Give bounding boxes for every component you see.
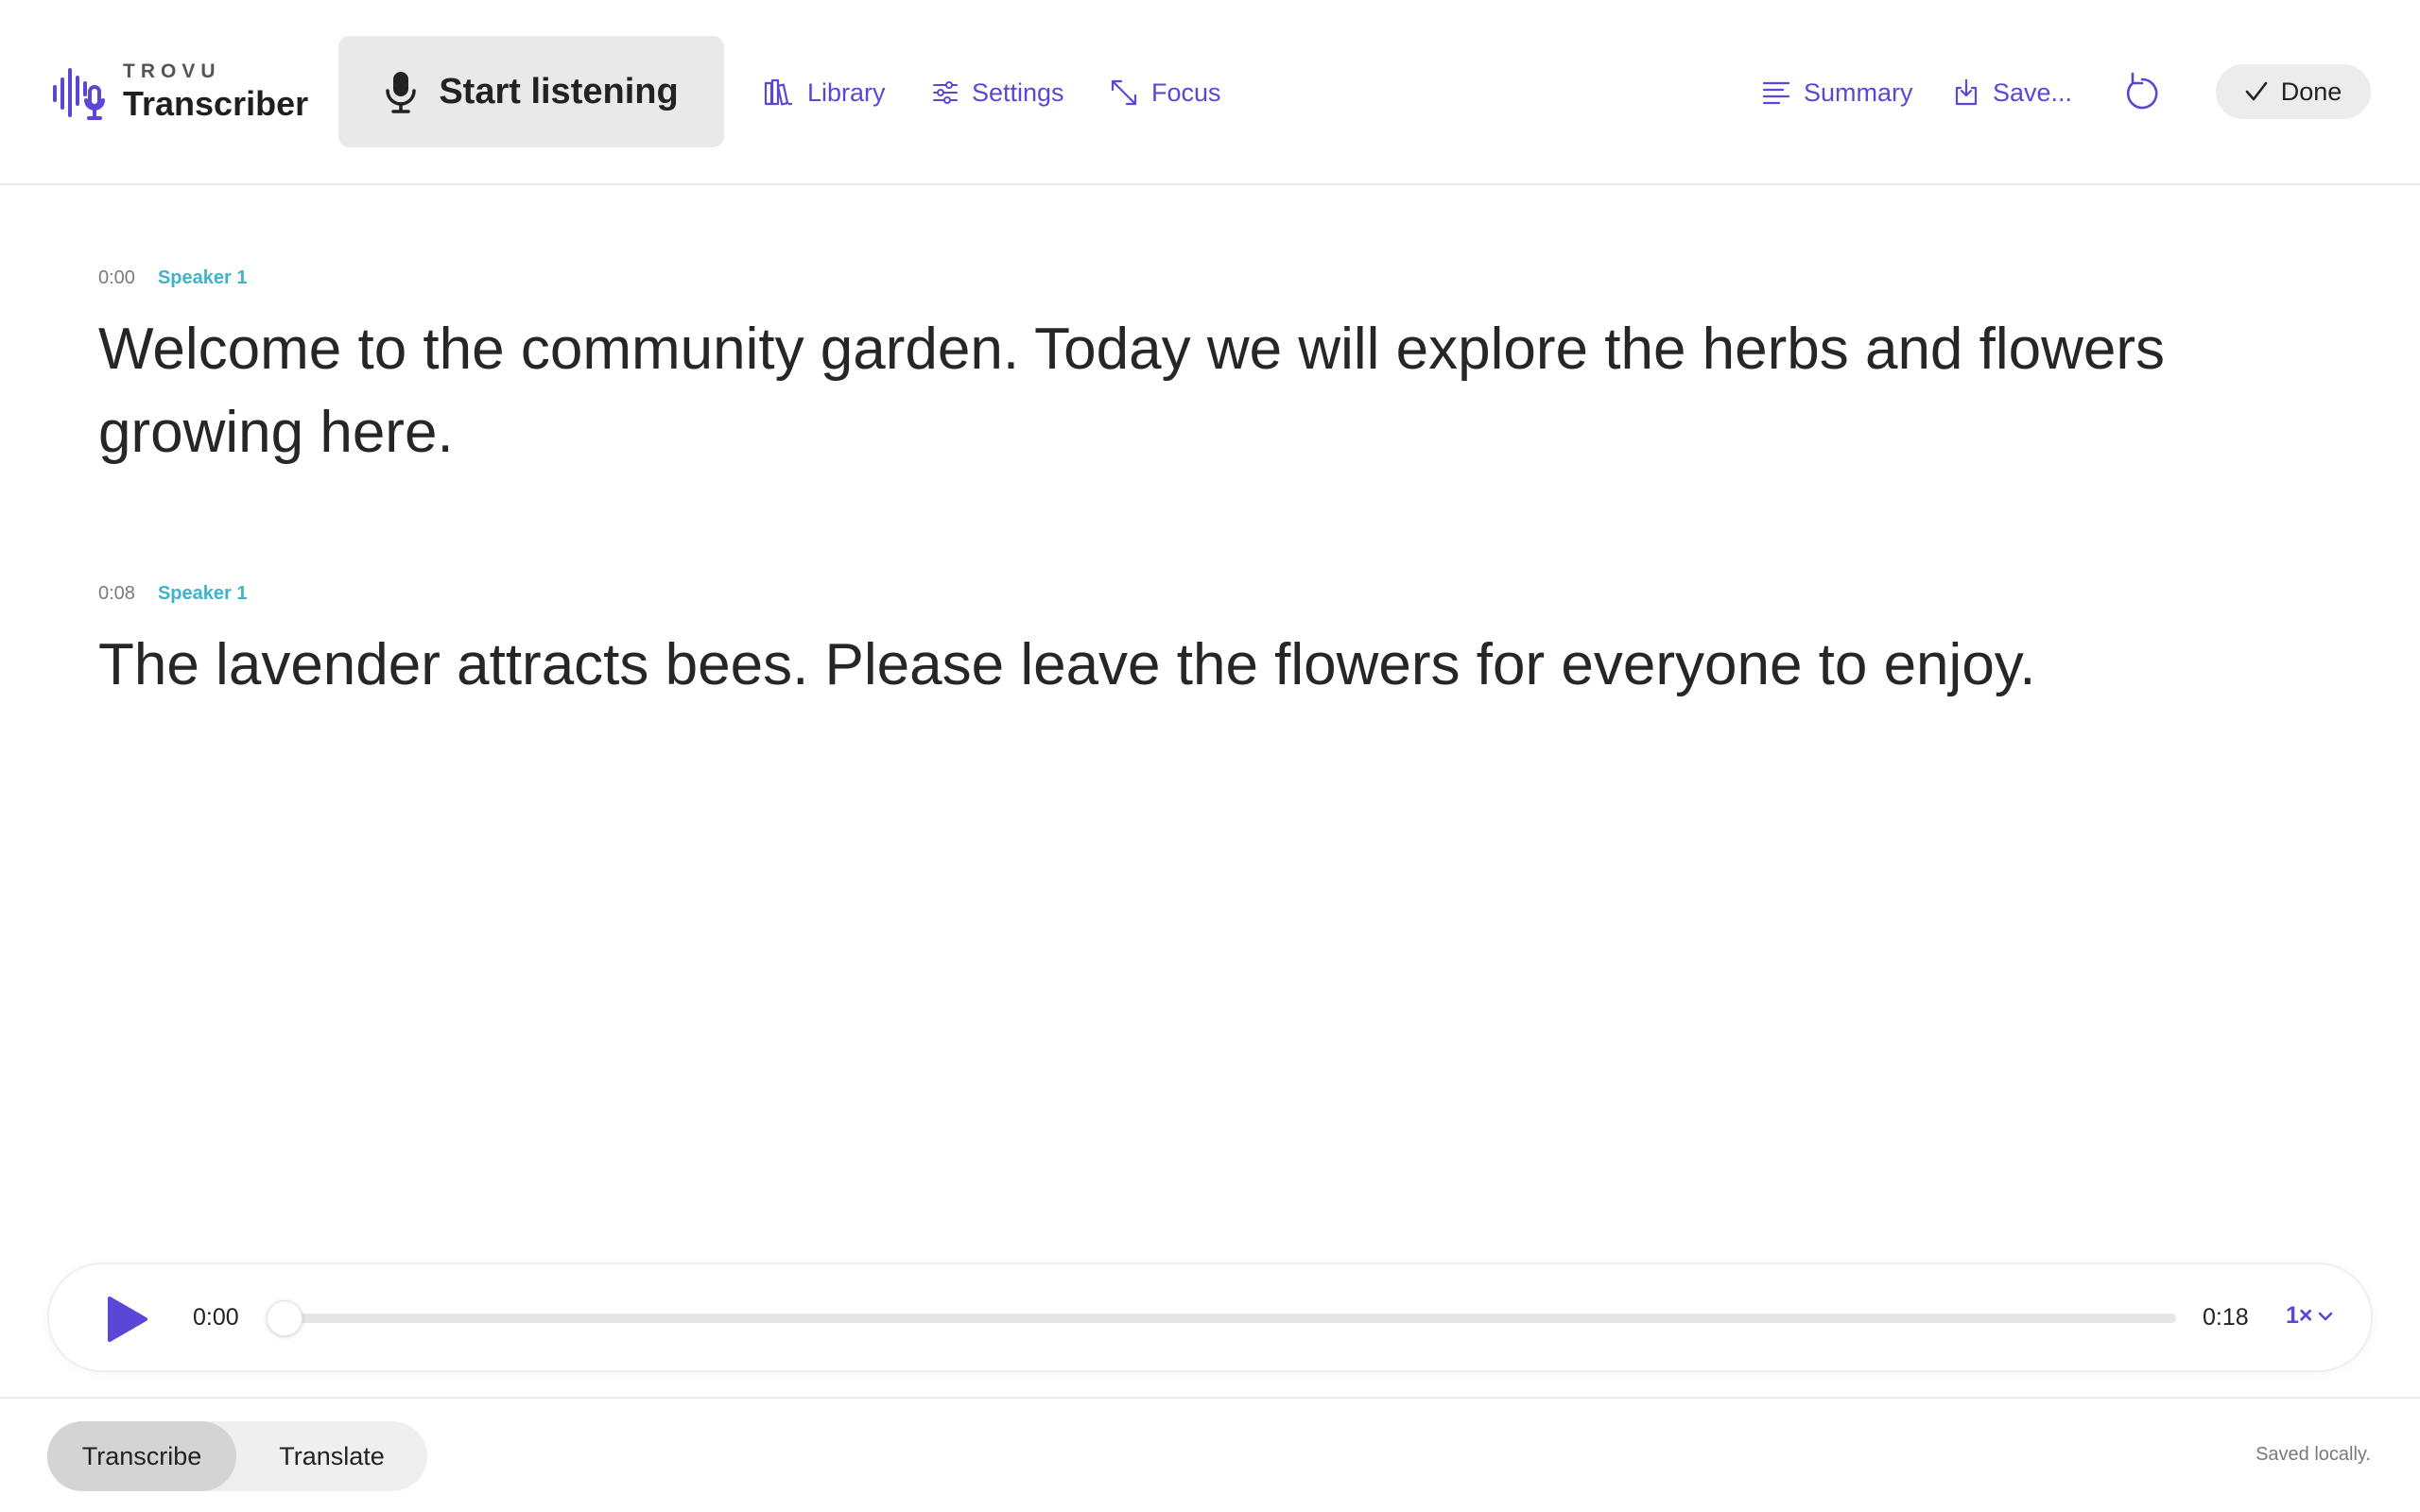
- reset-icon[interactable]: [2123, 70, 2161, 113]
- done-label: Done: [2280, 77, 2342, 106]
- waveform-mic-icon: [53, 68, 105, 120]
- library-label: Library: [807, 77, 886, 107]
- start-listening-label: Start listening: [439, 71, 679, 112]
- app-header: TROVU Transcriber Start listening Librar…: [0, 0, 2420, 185]
- text-lines-icon: [1762, 81, 1790, 105]
- save-label: Save...: [1993, 77, 2073, 107]
- progress-track[interactable]: [268, 1314, 2176, 1323]
- speaker-label[interactable]: Speaker 1: [158, 583, 248, 605]
- current-time: 0:00: [193, 1304, 239, 1331]
- done-button[interactable]: Done: [2216, 64, 2371, 119]
- start-listening-button[interactable]: Start listening: [338, 36, 724, 147]
- settings-button[interactable]: Settings: [932, 72, 1064, 113]
- transcribe-tab[interactable]: Transcribe: [47, 1421, 236, 1491]
- sliders-icon: [933, 81, 958, 104]
- speed-value: 1×: [2286, 1302, 2313, 1329]
- chevron-down-icon: [2318, 1312, 2332, 1320]
- app-footer: Transcribe Translate Saved locally.: [0, 1397, 2420, 1512]
- download-icon: [1955, 78, 1978, 106]
- focus-button[interactable]: Focus: [1110, 72, 1221, 113]
- microphone-icon: [386, 72, 417, 113]
- transcript-segment: 0:00 Speaker 1 Welcome to the community …: [98, 265, 2310, 474]
- translate-tab[interactable]: Translate: [236, 1421, 427, 1491]
- mode-toggle: Transcribe Translate: [47, 1421, 427, 1491]
- segment-text[interactable]: The lavender attracts bees. Please leave…: [98, 624, 2310, 707]
- app-logo: TROVU Transcriber: [51, 57, 308, 129]
- progress-handle[interactable]: [267, 1300, 302, 1336]
- settings-label: Settings: [972, 77, 1064, 107]
- play-icon[interactable]: [102, 1295, 149, 1344]
- audio-player: 0:00 0:18 1×: [47, 1263, 2373, 1372]
- brand-tagline: TROVU: [123, 60, 221, 82]
- focus-label: Focus: [1151, 77, 1221, 107]
- save-status: Saved locally.: [2256, 1444, 2371, 1465]
- segment-timestamp[interactable]: 0:00: [98, 267, 135, 289]
- brand-name: Transcriber: [123, 84, 309, 123]
- save-button[interactable]: Save...: [1953, 72, 2072, 113]
- segment-timestamp[interactable]: 0:08: [98, 583, 135, 605]
- transcript-segment: 0:08 Speaker 1 The lavender attracts bee…: [98, 580, 2310, 707]
- summary-label: Summary: [1804, 77, 1913, 107]
- playback-speed-select[interactable]: 1×: [2286, 1302, 2334, 1330]
- library-button[interactable]: Library: [764, 72, 886, 113]
- expand-icon: [1111, 79, 1137, 106]
- summary-button[interactable]: Summary: [1762, 72, 1913, 113]
- checkmark-icon: [2245, 81, 2268, 101]
- segment-text[interactable]: Welcome to the community garden. Today w…: [98, 308, 2310, 474]
- total-time: 0:18: [2203, 1304, 2249, 1331]
- library-icon: [764, 78, 792, 106]
- speaker-label[interactable]: Speaker 1: [158, 267, 248, 289]
